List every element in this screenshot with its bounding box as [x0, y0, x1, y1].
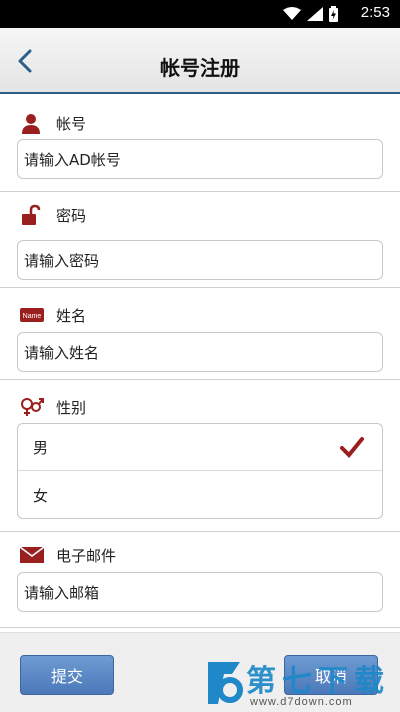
- title-bar: 帐号注册: [0, 28, 400, 94]
- watermark: 第七下载 www.d7down.com: [200, 654, 400, 712]
- user-icon: [20, 112, 46, 134]
- email-header: 电子邮件: [20, 543, 116, 567]
- battery-icon: [329, 6, 338, 22]
- gender-options: 男 女: [17, 423, 383, 519]
- gender-icon: [20, 396, 46, 418]
- gender-option-male[interactable]: 男: [18, 424, 382, 471]
- account-header: 帐号: [20, 111, 86, 135]
- name-label: 姓名: [56, 306, 87, 325]
- register-form: 帐号 请输入AD帐号 密码 请输入密码 Name 姓名 请输入姓名 性别 男 女: [0, 96, 400, 632]
- envelope-icon: [20, 544, 46, 566]
- password-label: 密码: [56, 206, 87, 225]
- name-tag-icon: Name: [20, 304, 46, 326]
- submit-button[interactable]: 提交: [20, 655, 114, 695]
- email-input[interactable]: 请输入邮箱: [17, 572, 383, 612]
- d7-logo-icon: [208, 662, 243, 704]
- gender-option-female[interactable]: 女: [18, 472, 382, 519]
- gender-option-label: 女: [33, 487, 49, 505]
- name-input[interactable]: 请输入姓名: [17, 332, 383, 372]
- name-header: Name 姓名: [20, 303, 86, 327]
- signal-icon: [307, 7, 323, 21]
- gender-label: 性别: [56, 398, 87, 417]
- wifi-icon: [283, 7, 301, 20]
- password-input[interactable]: 请输入密码: [17, 240, 383, 280]
- svg-text:Name: Name: [23, 313, 42, 320]
- page-title: 帐号注册: [160, 56, 240, 80]
- status-icons: [283, 6, 338, 22]
- watermark-url: www.d7down.com: [250, 696, 353, 708]
- password-header: 密码: [20, 203, 86, 227]
- account-input[interactable]: 请输入AD帐号: [17, 139, 383, 179]
- email-label: 电子邮件: [56, 546, 117, 565]
- status-time: 2:53: [360, 4, 390, 21]
- check-icon: [340, 437, 364, 458]
- account-label: 帐号: [56, 114, 87, 133]
- watermark-text: 第七下载: [246, 664, 390, 699]
- unlock-icon: [20, 204, 46, 226]
- status-bar: 2:53: [0, 0, 400, 28]
- gender-header: 性别: [20, 395, 86, 419]
- gender-option-label: 男: [33, 438, 49, 457]
